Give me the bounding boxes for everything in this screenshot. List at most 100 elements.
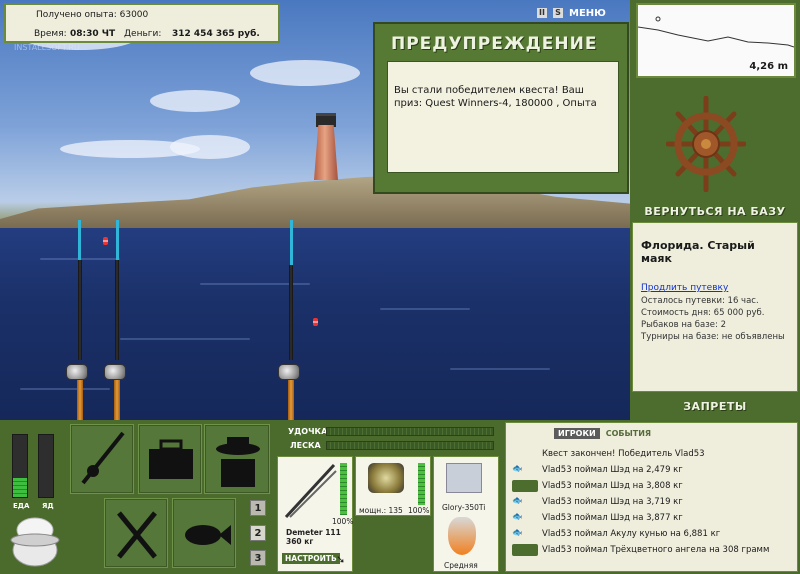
rod-tip [290, 220, 293, 265]
rod-handle [77, 380, 83, 420]
list-item: 🐟 Vlad53 поймал Шэд на 3,719 кг [512, 496, 683, 507]
food-gauge [12, 434, 28, 498]
anglers-count: Рыбаков на базе: 2 [641, 320, 726, 330]
depth-value: 4,26 m [749, 61, 788, 72]
fish-icon: 🐟 [512, 512, 523, 522]
slot-2-button[interactable]: 2 [250, 525, 266, 541]
cloud [150, 90, 240, 112]
location-details: Осталось путевки: 16 час. Стоимость дня:… [641, 295, 785, 343]
reel-icon[interactable] [104, 364, 126, 380]
events-panel: ИГРОКИ СОБЫТИЯ Квест закончен! Победител… [505, 422, 798, 572]
cloud [250, 60, 360, 86]
rod-2[interactable] [115, 260, 119, 360]
rod-condition: 100% [332, 517, 354, 526]
rod-name: Demeter 111 [286, 528, 341, 537]
fish-icon [512, 480, 538, 492]
line-label: ЛЕСКА [290, 441, 321, 450]
tournaments-status: Турниры на базе: не объявлены [641, 332, 785, 342]
arrow-icon: ➘ [336, 553, 346, 566]
reel-icon[interactable] [278, 364, 300, 380]
rod-handle [114, 380, 120, 420]
extend-pass-link[interactable]: Продлить путевку [641, 283, 728, 293]
list-item: 🐟 Vlad53 поймал Шэд на 3,877 кг [512, 512, 683, 523]
setup-button[interactable]: НАСТРОИТЬ [282, 553, 340, 564]
warning-title: ПРЕДУПРЕЖДЕНИЕ [391, 34, 598, 54]
fork-knife-icon [117, 511, 157, 559]
reel-condition: 100% [408, 506, 430, 515]
reel-icon[interactable] [66, 364, 88, 380]
rod-equipment-icon [284, 463, 337, 519]
rod-tension-bar [326, 427, 494, 436]
rod-tip [116, 220, 119, 260]
return-base-button[interactable]: ВЕРНУТЬСЯ НА БАЗУ [630, 205, 800, 218]
lighthouse [314, 125, 338, 180]
rod-weight: 360 кг [286, 537, 314, 546]
depth-chart: 4,26 m [636, 3, 796, 78]
reel-slot[interactable]: мощн.: 135 100% [355, 456, 431, 516]
rod-tip [78, 220, 81, 260]
tackle-box-tile[interactable] [138, 424, 202, 494]
location-panel: Флорида. Старый маяк Продлить путевку Ос… [632, 222, 798, 392]
day-cost: Стоимость дня: 65 000 руб. [641, 308, 765, 318]
fish-icon: 🐟 [512, 496, 523, 506]
fish-keep-tile[interactable] [172, 498, 236, 568]
location-title: Флорида. Старый маяк [641, 239, 755, 265]
lure-icon [448, 517, 476, 555]
line-tension-bar [326, 441, 494, 450]
bobber-icon [313, 318, 318, 326]
list-item: 🐟 Vlad53 поймал Акулу кунью на 6,881 кг [512, 528, 721, 539]
tab-events[interactable]: СОБЫТИЯ [602, 428, 655, 439]
tackle-box-icon [149, 439, 193, 479]
bobber-icon [103, 237, 108, 245]
food-label: ЕДА [13, 502, 30, 510]
line-spool-icon [446, 463, 482, 493]
angler-tile[interactable] [204, 424, 270, 494]
slot-3-button[interactable]: 3 [250, 550, 266, 566]
xp-label: Получено опыта: [36, 10, 117, 20]
list-item: Vlad53 поймал Трёхцветного ангела на 308… [512, 544, 769, 556]
time-label: Время: [34, 29, 67, 39]
reel-condition-bar [418, 463, 425, 505]
slot-1-button[interactable]: 1 [250, 500, 266, 516]
bans-button[interactable]: ЗАПРЕТЫ [630, 400, 800, 413]
lure-size: Средняя [444, 561, 478, 570]
rod-condition-bar [340, 463, 347, 515]
lure-slot[interactable]: Glory-350Ti Средняя [433, 456, 499, 572]
reel-equipment-icon [368, 463, 404, 493]
fish-icon: 🐟 [512, 464, 523, 474]
lighthouse-lamp [316, 113, 336, 127]
rod-slot[interactable]: 100% Demeter 111 360 кг НАСТРОИТЬ ➘ [277, 456, 353, 572]
time-value: 08:30 ЧТ [70, 29, 116, 39]
menu-button[interactable]: МЕНЮ [569, 8, 606, 19]
sound-button[interactable]: S [553, 8, 563, 18]
money-label: Деньги: [124, 29, 162, 39]
reel-power: мощн.: 135 [359, 506, 403, 515]
rod-3[interactable] [289, 265, 293, 360]
angler-icon [216, 437, 260, 487]
lure-name: Glory-350Ti [442, 503, 486, 512]
fish-icon: 🐟 [512, 528, 523, 538]
top-toolbar: II S МЕНЮ [537, 6, 629, 20]
list-item: Vlad53 поймал Шэд на 3,808 кг [512, 480, 683, 492]
quest-result: Квест закончен! Победитель Vlad53 [542, 449, 705, 459]
list-item: 🐟 Vlad53 поймал Шэд на 2,479 кг [512, 464, 683, 475]
warning-dialog[interactable]: ПРЕДУПРЕЖДЕНИЕ Вы стали победителем квес… [373, 22, 629, 194]
xp-value: 63000 [119, 10, 149, 20]
pause-button[interactable]: II [537, 8, 547, 18]
money-value: 312 454 365 руб. [172, 29, 260, 39]
food-pot-icon[interactable] [8, 510, 62, 570]
watermark: INSTALLSOFT.RU [14, 43, 80, 52]
rod-label: УДОЧКА [288, 427, 328, 436]
ship-wheel-icon[interactable] [666, 96, 746, 192]
pass-remaining: Осталось путевки: 16 час. [641, 296, 759, 306]
rod-1[interactable] [78, 260, 82, 360]
cloud [170, 135, 250, 159]
poison-label: ЯД [42, 502, 54, 510]
fish-icon [185, 525, 231, 545]
eat-tile[interactable] [104, 498, 168, 568]
fishing-rod-icon [81, 431, 125, 485]
tab-players[interactable]: ИГРОКИ [554, 428, 600, 439]
rod-handle [288, 380, 294, 420]
rod-setup-tile[interactable] [70, 424, 134, 494]
fish-icon [512, 544, 538, 556]
